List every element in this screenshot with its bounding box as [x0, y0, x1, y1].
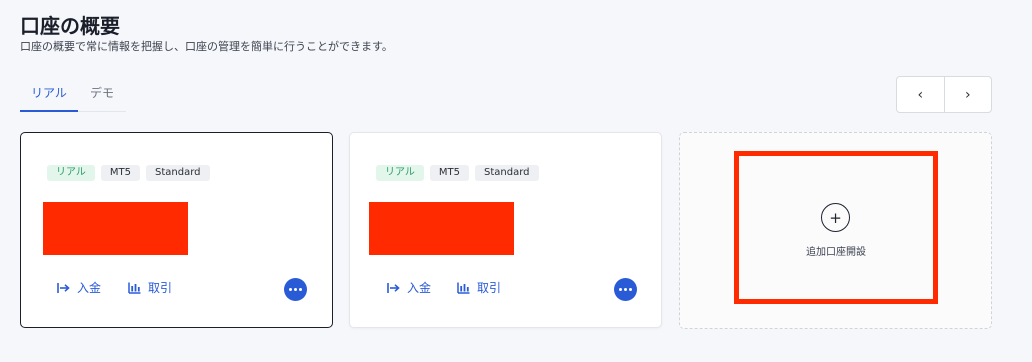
- trade-button[interactable]: 取引: [457, 279, 501, 296]
- page-title: 口座の概要: [20, 14, 120, 38]
- tab-real-label: リアル: [31, 86, 67, 100]
- chevron-right-icon: ›: [964, 86, 971, 103]
- platform-badge: MT5: [429, 165, 470, 181]
- more-options-button[interactable]: [284, 278, 307, 301]
- chart-bars-icon: [457, 282, 470, 294]
- chart-bars-icon: [128, 282, 141, 294]
- carousel-pager: ‹ ›: [896, 76, 992, 113]
- tab-demo[interactable]: デモ: [78, 78, 126, 112]
- ellipsis-dot: [619, 288, 622, 291]
- plus-icon[interactable]: +: [821, 203, 850, 232]
- deposit-arrow-icon: [57, 282, 70, 293]
- account-type-tabs: リアル デモ: [20, 78, 126, 112]
- ellipsis-dot: [629, 288, 632, 291]
- add-account-label: 追加口座開設: [806, 247, 866, 258]
- account-card[interactable]: リアル MT5 Standard 入金 取引: [349, 132, 662, 328]
- plus-glyph: +: [829, 208, 842, 227]
- trade-button[interactable]: 取引: [128, 279, 172, 296]
- platform-badge: MT5: [100, 165, 141, 181]
- account-card[interactable]: リアル MT5 Standard 入金 取引: [20, 132, 333, 328]
- page-subtitle: 口座の概要で常に情報を把握し、口座の管理を簡単に行うことができます。: [20, 40, 393, 53]
- trade-label: 取引: [148, 281, 173, 295]
- tab-demo-label: デモ: [89, 86, 114, 100]
- account-tags: リアル MT5 Standard: [47, 165, 210, 181]
- redacted-account-info: [369, 202, 514, 255]
- deposit-button[interactable]: 入金: [57, 279, 101, 296]
- redacted-account-info: [43, 202, 188, 255]
- account-tier-badge: Standard: [146, 165, 210, 181]
- tab-real[interactable]: リアル: [20, 78, 78, 112]
- account-type-badge: リアル: [47, 165, 95, 181]
- ellipsis-dot: [299, 288, 302, 291]
- next-button[interactable]: ›: [943, 77, 992, 112]
- account-tags: リアル MT5 Standard: [376, 165, 539, 181]
- deposit-label: 入金: [77, 281, 102, 295]
- deposit-button[interactable]: 入金: [387, 279, 431, 296]
- prev-button[interactable]: ‹: [897, 77, 944, 112]
- account-type-badge: リアル: [376, 165, 424, 181]
- ellipsis-dot: [624, 288, 627, 291]
- deposit-label: 入金: [407, 281, 432, 295]
- ellipsis-dot: [294, 288, 297, 291]
- more-options-button[interactable]: [614, 278, 637, 301]
- chevron-left-icon: ‹: [917, 86, 924, 103]
- trade-label: 取引: [477, 281, 502, 295]
- ellipsis-dot: [289, 288, 292, 291]
- account-tier-badge: Standard: [475, 165, 539, 181]
- deposit-arrow-icon: [387, 282, 400, 293]
